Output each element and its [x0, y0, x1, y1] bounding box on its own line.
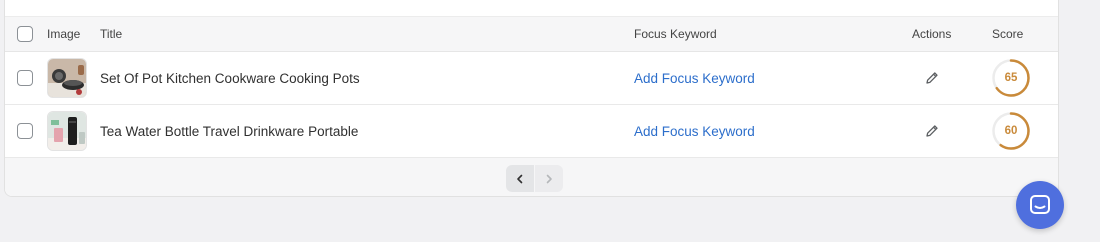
table-header: Image Title Focus Keyword Actions Score	[5, 16, 1058, 52]
products-table-panel: Image Title Focus Keyword Actions Score	[4, 0, 1059, 197]
pagination	[506, 165, 563, 192]
column-header-title: Title	[100, 27, 123, 41]
column-header-actions: Actions	[912, 27, 952, 41]
panel-top-strip	[5, 0, 1058, 16]
previous-page-button[interactable]	[506, 165, 534, 192]
pencil-icon	[926, 125, 938, 137]
row-checkbox[interactable]	[17, 70, 33, 86]
column-header-image: Image	[47, 27, 81, 41]
product-thumbnail	[47, 111, 87, 151]
edit-button[interactable]	[912, 116, 952, 146]
chevron-right-icon	[546, 174, 552, 183]
chevron-left-icon	[517, 174, 523, 183]
table-row: Set Of Pot Kitchen Cookware Cooking Pots…	[5, 52, 1058, 105]
seo-score-ring: 60	[991, 111, 1031, 151]
add-focus-keyword-link[interactable]: Add Focus Keyword	[634, 71, 755, 86]
chat-icon	[1030, 195, 1050, 214]
add-focus-keyword-link[interactable]: Add Focus Keyword	[634, 124, 755, 139]
seo-score-value: 65	[1004, 72, 1018, 84]
pencil-icon	[926, 72, 938, 84]
edit-button[interactable]	[912, 63, 952, 93]
table-row: Tea Water Bottle Travel Drinkware Portab…	[5, 105, 1058, 158]
row-checkbox[interactable]	[17, 123, 33, 139]
select-all-checkbox[interactable]	[17, 26, 33, 42]
seo-score-value: 60	[1004, 125, 1018, 137]
next-page-button[interactable]	[535, 165, 563, 192]
column-header-score: Score	[992, 27, 1024, 41]
column-header-focus-keyword: Focus Keyword	[634, 27, 717, 41]
product-thumbnail	[47, 58, 87, 98]
chat-launcher-button[interactable]	[1016, 181, 1064, 229]
table-footer	[5, 158, 1058, 196]
seo-score-ring: 65	[991, 58, 1031, 98]
product-title: Tea Water Bottle Travel Drinkware Portab…	[100, 123, 359, 139]
product-title: Set Of Pot Kitchen Cookware Cooking Pots	[100, 70, 360, 86]
